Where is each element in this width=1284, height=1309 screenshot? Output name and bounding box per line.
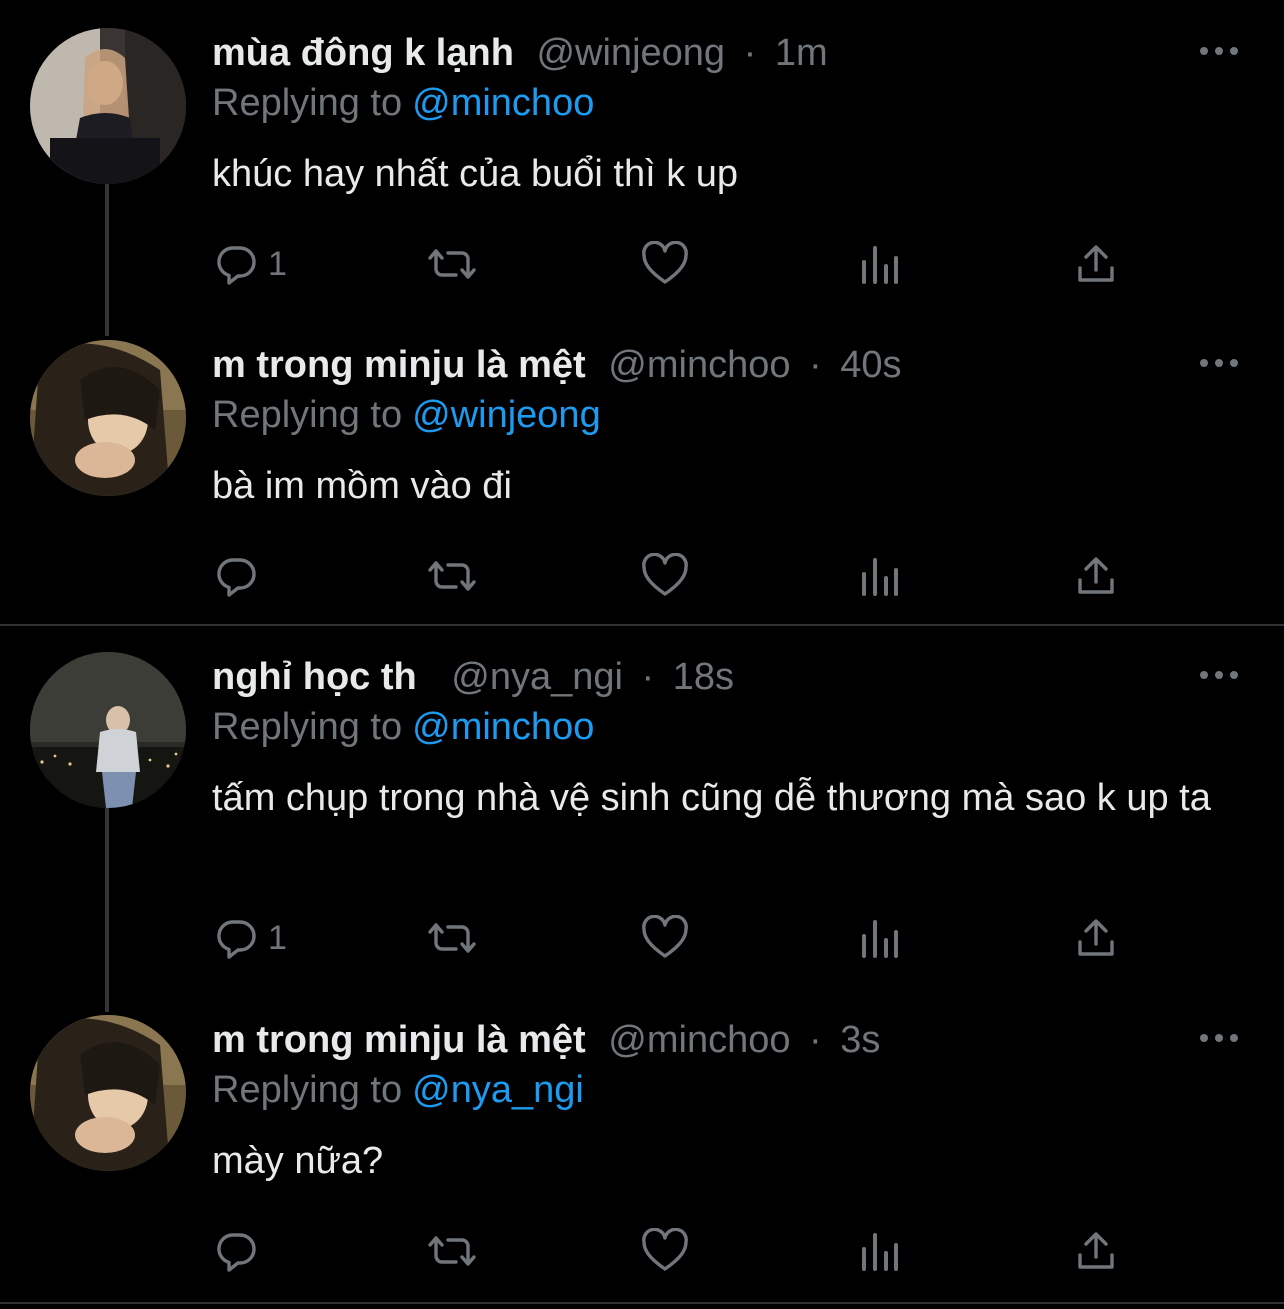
replying-label: Replying to [212,82,403,124]
reply-icon [212,240,260,288]
tweet[interactable]: m trong minju là mệt @minchoo · 3s Reply… [0,1015,1284,1295]
retweet-button[interactable] [422,234,482,294]
retweet-icon [422,1227,482,1275]
retweet-button[interactable] [422,546,482,606]
analytics-icon [858,1229,902,1273]
retweet-button[interactable] [422,1221,482,1281]
share-icon [1074,1229,1118,1273]
reply-count: 1 [268,244,287,283]
tweet[interactable]: mùa đông k lạnh @winjeong · 1m Replying … [0,28,1284,318]
like-button[interactable] [640,908,690,968]
reply-icon [212,914,260,962]
avatar[interactable] [30,1015,186,1171]
retweet-icon [422,914,482,962]
separator: · [641,656,655,698]
replying-to: Replying to @nya_ngi [212,1069,584,1112]
timestamp[interactable]: 18s [673,656,734,698]
tweet[interactable]: nghỉ học th @nya_ngi · 18s Replying to @m… [0,652,1284,992]
more-icon[interactable] [1198,40,1240,62]
replying-to-link[interactable]: @minchoo [412,82,594,124]
replying-to-link[interactable]: @winjeong [412,394,601,436]
analytics-button[interactable] [858,1221,902,1281]
tweet[interactable]: m trong minju là mệt @minchoo · 40s Repl… [0,340,1284,610]
analytics-button[interactable] [858,908,902,968]
thread-divider [0,624,1284,626]
share-button[interactable] [1074,1221,1118,1281]
replying-label: Replying to [212,394,403,436]
like-icon [640,553,690,599]
retweet-button[interactable] [422,908,482,968]
analytics-icon [858,242,902,286]
like-button[interactable] [640,1221,690,1281]
replying-to-link[interactable]: @nya_ngi [412,1069,584,1111]
tweet-text: tấm chụp trong nhà vệ sinh cũng dễ thươn… [212,777,1211,819]
like-button[interactable] [640,234,690,294]
like-button[interactable] [640,546,690,606]
reply-button[interactable] [212,546,268,606]
analytics-icon [858,916,902,960]
like-icon [640,915,690,961]
user-handle[interactable]: @minchoo [608,1019,790,1061]
reply-button[interactable]: 1 [212,234,287,294]
tweet-text: bà im mồm vào đi [212,465,512,507]
tweet-header: nghỉ học th @nya_ngi · 18s [212,652,734,702]
bottom-divider [0,1302,1284,1304]
share-button[interactable] [1074,234,1118,294]
tweet-actions [212,546,1212,606]
analytics-icon [858,554,902,598]
replying-to: Replying to @minchoo [212,706,594,749]
avatar[interactable] [30,28,186,184]
reply-icon [212,552,260,600]
share-button[interactable] [1074,908,1118,968]
tweet-text: khúc hay nhất của buổi thì k up [212,153,739,195]
reply-button[interactable]: 1 [212,908,287,968]
reply-icon [212,1227,260,1275]
replying-to-link[interactable]: @minchoo [412,706,594,748]
tweet-header: mùa đông k lạnh @winjeong · 1m [212,28,828,78]
analytics-button[interactable] [858,234,902,294]
user-handle[interactable]: @winjeong [536,32,725,74]
analytics-button[interactable] [858,546,902,606]
timestamp[interactable]: 3s [840,1019,880,1061]
tweet-header: m trong minju là mệt @minchoo · 40s [212,340,902,390]
reply-count: 1 [268,918,287,957]
reply-button[interactable] [212,1221,268,1281]
share-icon [1074,242,1118,286]
avatar[interactable] [30,652,186,808]
timestamp[interactable]: 1m [775,32,828,74]
share-icon [1074,916,1118,960]
separator: · [809,344,822,386]
retweet-icon [422,552,482,600]
more-icon[interactable] [1198,1027,1240,1049]
user-handle[interactable]: @nya_ngi [451,656,623,698]
replying-to: Replying to @winjeong [212,394,601,437]
display-name[interactable]: mùa đông k lạnh [212,32,514,74]
replying-label: Replying to [212,1069,403,1111]
replying-to: Replying to @minchoo [212,82,594,125]
tweet-text: mày nữa? [212,1140,384,1182]
separator: · [743,32,757,74]
display-name[interactable]: nghỉ học th [212,656,417,698]
more-icon[interactable] [1198,664,1240,686]
separator: · [809,1019,822,1061]
user-handle[interactable]: @minchoo [608,344,790,386]
timestamp[interactable]: 40s [840,344,901,386]
tweet-header: m trong minju là mệt @minchoo · 3s [212,1015,880,1065]
tweet-actions: 1 [212,234,1212,294]
like-icon [640,241,690,287]
tweet-actions [212,1221,1212,1281]
display-name[interactable]: m trong minju là mệt [212,344,586,386]
share-button[interactable] [1074,546,1118,606]
share-icon [1074,554,1118,598]
display-name[interactable]: m trong minju là mệt [212,1019,586,1061]
like-icon [640,1228,690,1274]
more-icon[interactable] [1198,352,1240,374]
retweet-icon [422,240,482,288]
replying-label: Replying to [212,706,403,748]
tweet-actions: 1 [212,908,1212,968]
avatar[interactable] [30,340,186,496]
